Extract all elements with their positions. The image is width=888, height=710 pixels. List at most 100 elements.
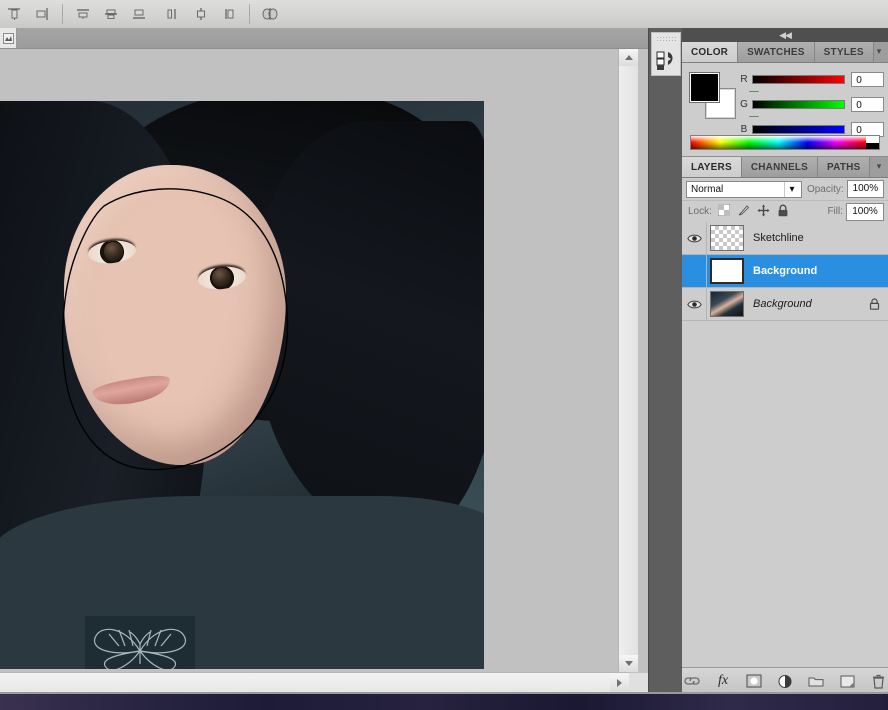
red-channel-row: R 0 — [738, 69, 884, 91]
layer-name[interactable]: Background — [753, 298, 812, 310]
dock-grip[interactable] — [656, 36, 678, 42]
color-spectrum-ramp[interactable] — [690, 135, 880, 150]
spectrum-gradient[interactable] — [691, 136, 866, 149]
add-layer-mask-icon[interactable] — [745, 672, 763, 690]
document-tab-stub[interactable] — [0, 28, 17, 48]
green-channel-row: G 0 — [738, 94, 884, 116]
auto-align-layers-icon[interactable] — [258, 2, 282, 26]
new-group-icon[interactable] — [807, 672, 825, 690]
eye-icon — [686, 234, 702, 242]
lock-image-pixels-icon[interactable] — [737, 204, 750, 220]
lock-position-icon[interactable] — [757, 204, 770, 220]
layer-style-fx-icon[interactable]: fx — [714, 672, 732, 690]
new-adjustment-layer-icon[interactable] — [776, 672, 794, 690]
red-slider-thumb[interactable] — [748, 83, 759, 91]
color-panel-tabs: COLOR SWATCHES STYLES ▾ — [682, 42, 888, 63]
align-bottom-edges-icon[interactable] — [127, 2, 151, 26]
tab-styles[interactable]: STYLES — [814, 42, 874, 62]
tab-channels[interactable]: CHANNELS — [741, 157, 819, 177]
lock-transparent-pixels-icon[interactable] — [717, 203, 731, 219]
layer-thumbnail[interactable] — [707, 255, 747, 287]
canvas-horizontal-scrollbar[interactable] — [0, 672, 629, 694]
layer-locked-indicator — [869, 288, 880, 320]
spectrum-white-black-swatches[interactable] — [866, 136, 879, 149]
lock-icon — [869, 298, 880, 310]
color-panel-menu-icon[interactable]: ▾ — [872, 44, 886, 58]
collapse-dock-icon[interactable]: ◀◀ — [779, 30, 792, 40]
red-value-field[interactable]: 0 — [851, 71, 884, 87]
foreground-color-swatch[interactable] — [689, 72, 720, 103]
lock-icons-group — [717, 203, 789, 220]
layer-visibility-toggle[interactable] — [682, 255, 707, 287]
green-slider-track[interactable] — [748, 99, 846, 116]
delete-layer-icon[interactable] — [869, 672, 887, 690]
lock-all-icon[interactable] — [777, 204, 789, 220]
align-top-edges-icon[interactable] — [2, 2, 26, 26]
photo-butterfly-print — [85, 616, 195, 669]
scroll-down-button[interactable] — [619, 655, 638, 672]
green-slider-thumb[interactable] — [748, 108, 759, 116]
blend-mode-value: Normal — [691, 183, 724, 195]
canvas-vertical-scrollbar[interactable] — [618, 49, 638, 672]
desktop-wallpaper-strip — [0, 692, 888, 710]
opacity-field[interactable]: 100% — [846, 180, 884, 198]
align-left-edges-icon[interactable] — [71, 2, 95, 26]
spectrum-black-swatch[interactable] — [866, 142, 879, 149]
lock-row: Lock: Fill: 100% — [682, 201, 888, 223]
eye-icon — [686, 300, 702, 308]
scroll-up-button[interactable] — [619, 49, 638, 66]
distribute-bottom-icon[interactable] — [217, 2, 241, 26]
new-layer-icon[interactable] — [838, 672, 856, 690]
layer-thumbnail[interactable] — [707, 288, 747, 320]
tab-swatches-label: SWATCHES — [747, 46, 805, 58]
tab-channels-label: CHANNELS — [750, 161, 809, 173]
photoshop-window: ◀◀ COLOR SWATCHES STYLES ▾ R 0 G 0 B 0 L… — [0, 0, 888, 710]
layers-panel-tabs: LAYERS CHANNELS PATHS ▾ — [682, 157, 888, 178]
tab-styles-label: STYLES — [823, 46, 864, 58]
tab-color-label: COLOR — [691, 46, 729, 58]
toolbar-separator-1 — [62, 4, 63, 24]
layer-thumbnail[interactable] — [707, 222, 747, 254]
options-bar — [0, 0, 888, 29]
fill-label: Fill: — [827, 206, 843, 217]
layers-panel: LAYERS CHANNELS PATHS ▾ Normal ▾ Opacity… — [682, 156, 888, 694]
document-titlebar[interactable] — [0, 28, 648, 49]
distribute-vertical-center-icon[interactable] — [189, 2, 213, 26]
tab-color[interactable]: COLOR — [682, 42, 739, 62]
green-value-field[interactable]: 0 — [851, 96, 884, 112]
photo-shirt — [0, 496, 484, 669]
layer-name[interactable]: Sketchline — [753, 232, 804, 244]
table-row[interactable]: Background — [682, 288, 888, 321]
layer-visibility-toggle[interactable] — [682, 222, 707, 254]
blend-mode-select[interactable]: Normal ▾ — [686, 180, 802, 198]
link-layers-icon[interactable] — [683, 672, 701, 690]
tab-swatches[interactable]: SWATCHES — [738, 42, 815, 62]
layer-visibility-toggle[interactable] — [682, 288, 707, 320]
fill-field[interactable]: 100% — [846, 202, 884, 221]
tab-layers-label: LAYERS — [691, 161, 732, 173]
blend-mode-row: Normal ▾ Opacity: 100% — [682, 178, 888, 201]
history-panel-icon[interactable] — [651, 32, 681, 76]
table-row[interactable]: Sketchline — [682, 222, 888, 255]
distribute-top-icon[interactable] — [161, 2, 185, 26]
layers-panel-menu-icon[interactable]: ▾ — [872, 159, 886, 173]
table-row[interactable]: Background — [682, 255, 888, 288]
layer-list: Sketchline Background Background — [682, 222, 888, 664]
align-vertical-centers-icon[interactable] — [30, 2, 54, 26]
blue-slider-track[interactable] — [748, 124, 846, 141]
color-panel-body: R 0 G 0 B 0 — [682, 63, 888, 157]
photo-pupil-right — [212, 268, 231, 287]
tab-paths-label: PATHS — [827, 161, 861, 173]
layer-name[interactable]: Background — [753, 265, 817, 277]
dock-collapse-bar[interactable]: ◀◀ — [682, 28, 888, 42]
document-canvas-area[interactable] — [0, 49, 629, 672]
tab-layers[interactable]: LAYERS — [682, 157, 742, 177]
align-horizontal-centers-icon[interactable] — [99, 2, 123, 26]
red-slider-track[interactable] — [748, 74, 846, 91]
chevron-down-icon[interactable]: ▾ — [783, 181, 799, 197]
scroll-right-button[interactable] — [610, 673, 629, 693]
toolbar-separator-2 — [249, 4, 250, 24]
canvas-image[interactable] — [0, 101, 484, 669]
tab-paths[interactable]: PATHS — [818, 157, 871, 177]
collapsed-panel-dock — [648, 28, 683, 694]
